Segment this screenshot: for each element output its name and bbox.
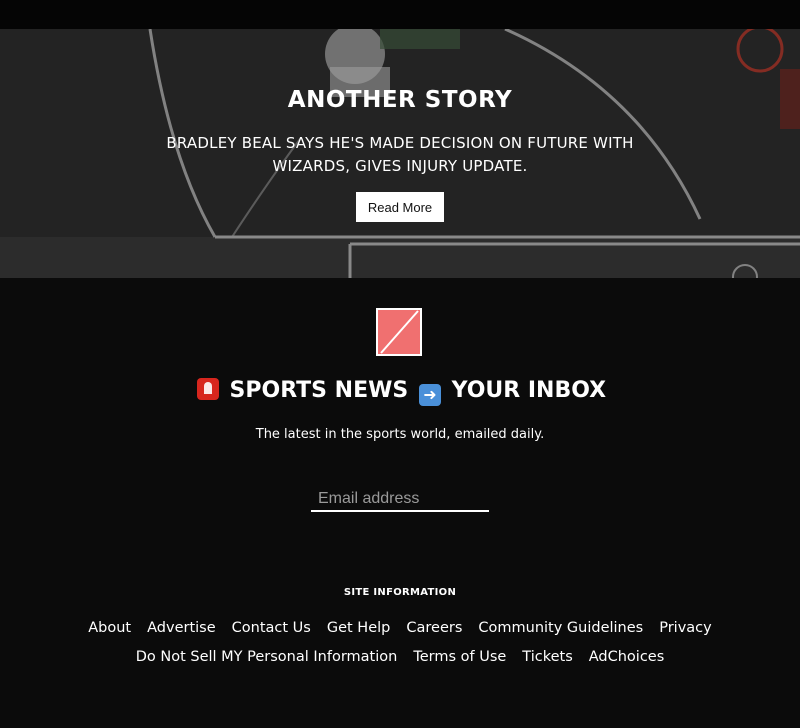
footer-link-careers[interactable]: Careers — [406, 620, 462, 636]
read-more-button[interactable]: Read More — [356, 192, 444, 222]
footer-link-advertise[interactable]: Advertise — [147, 620, 216, 636]
footer-link-tickets[interactable]: Tickets — [522, 649, 572, 665]
footer-link-get-help[interactable]: Get Help — [327, 620, 391, 636]
newsletter-title: SPORTS NEWS ➜ YOUR INBOX — [0, 378, 800, 406]
hero-title: ANOTHER STORY — [287, 87, 513, 113]
footer-link-adchoices[interactable]: AdChoices — [589, 649, 665, 665]
footer-link-community-guidelines[interactable]: Community Guidelines — [478, 620, 643, 636]
footer-links-row-2: Do Not Sell MY Personal Information Term… — [0, 649, 800, 665]
newsletter-title-part1: SPORTS NEWS — [229, 378, 409, 403]
footer-link-privacy[interactable]: Privacy — [659, 620, 712, 636]
right-arrow-emoji-icon: ➜ — [418, 384, 441, 406]
footer-link-do-not-sell[interactable]: Do Not Sell MY Personal Information — [136, 649, 398, 665]
hero-story-banner: ANOTHER STORY BRADLEY BEAL SAYS HE'S MAD… — [0, 29, 800, 278]
rotating-light-emoji-icon — [196, 378, 219, 400]
hero-subtitle[interactable]: BRADLEY BEAL SAYS HE'S MADE DECISION ON … — [140, 132, 660, 178]
site-information-heading: SITE INFORMATION — [343, 587, 457, 598]
footer-link-about[interactable]: About — [88, 620, 131, 636]
top-bar — [0, 0, 800, 29]
email-input[interactable] — [311, 488, 489, 512]
broken-image-icon — [376, 308, 422, 356]
newsletter-title-part2: YOUR INBOX — [451, 378, 607, 403]
footer-links-row-1: About Advertise Contact Us Get Help Care… — [0, 620, 800, 636]
newsletter-description: The latest in the sports world, emailed … — [255, 427, 545, 442]
footer-link-terms-of-use[interactable]: Terms of Use — [413, 649, 506, 665]
footer-link-contact-us[interactable]: Contact Us — [232, 620, 311, 636]
